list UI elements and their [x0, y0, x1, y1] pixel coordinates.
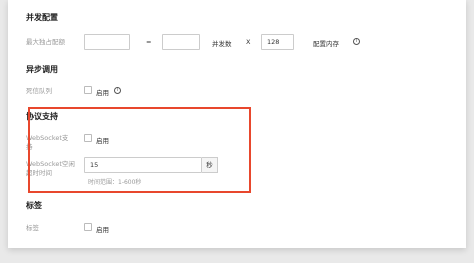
tags-label: 标签: [26, 224, 39, 232]
max-quota-label: 最大独占配额: [26, 38, 65, 46]
info-icon[interactable]: i: [114, 87, 121, 94]
dead-letter-enable-label: 启用: [96, 89, 109, 97]
concurrency-section-title: 并发配置: [26, 13, 58, 22]
concurrency-result-input[interactable]: [162, 34, 200, 50]
highlight-box: [28, 107, 251, 193]
config-card: 并发配置 最大独占配额 = 并发数 X 128 配置内存 i 异步调用 死信队列…: [8, 0, 466, 248]
info-icon[interactable]: i: [353, 38, 360, 45]
tags-section-title: 标签: [26, 201, 42, 210]
dead-letter-label: 死信队列: [26, 87, 52, 95]
times-sign: X: [246, 38, 251, 46]
tags-enable-label: 启用: [96, 226, 109, 234]
tags-checkbox[interactable]: [84, 223, 92, 231]
concurrency-label: 并发数: [212, 40, 232, 48]
dead-letter-checkbox[interactable]: [84, 86, 92, 94]
memory-label: 配置内存: [313, 40, 339, 48]
max-quota-input[interactable]: [84, 34, 130, 50]
async-section-title: 异步调用: [26, 65, 58, 74]
equals-sign: =: [146, 38, 152, 46]
memory-input[interactable]: 128: [261, 34, 294, 50]
